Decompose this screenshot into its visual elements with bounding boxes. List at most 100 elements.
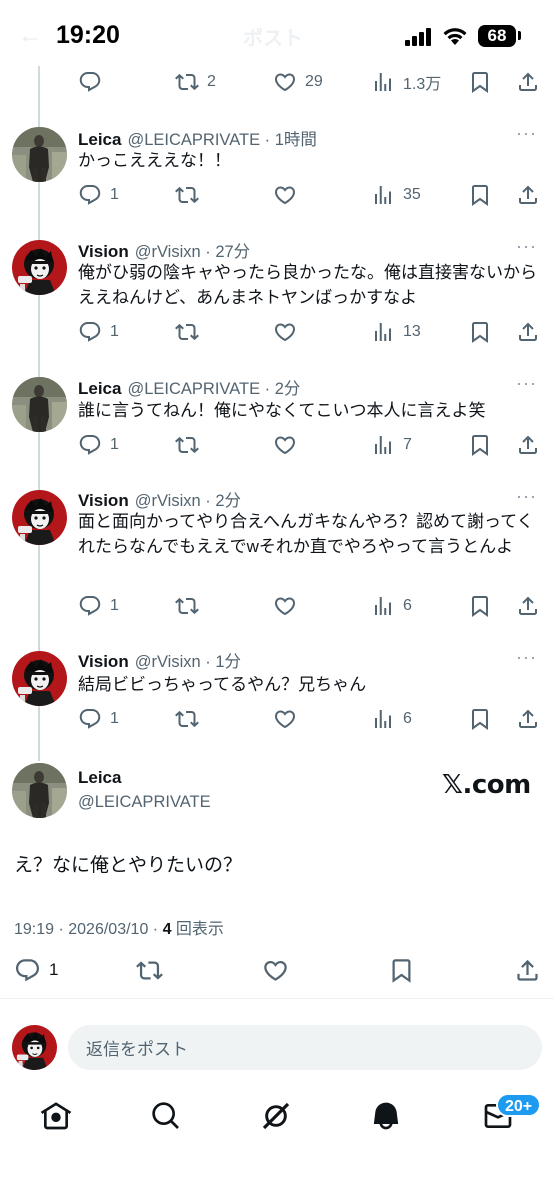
retweet-button[interactable] [175, 704, 199, 734]
divider [0, 998, 554, 999]
more-options-icon[interactable]: ··· [516, 648, 540, 666]
bookmark-button[interactable] [468, 591, 492, 621]
reply-icon [78, 183, 102, 207]
reply-button[interactable] [78, 67, 102, 97]
bookmark-button[interactable] [468, 67, 492, 97]
share-button[interactable] [516, 704, 540, 734]
more-options-icon[interactable]: ··· [516, 374, 540, 392]
bookmark-button[interactable] [468, 317, 492, 347]
share-button[interactable] [516, 317, 540, 347]
share-button[interactable] [514, 955, 541, 985]
retweet-button[interactable] [136, 955, 163, 985]
share-button[interactable] [516, 430, 540, 460]
display-name[interactable]: Leica [78, 130, 121, 150]
heart-icon [273, 707, 297, 731]
handle-and-time[interactable]: @rVisixn · 1分 [135, 648, 241, 672]
reply-button[interactable]: 1 [78, 591, 119, 621]
retweet-button[interactable] [175, 317, 199, 347]
handle-and-time[interactable]: @LEICAPRIVATE · 2分 [127, 375, 300, 399]
bookmark-icon [388, 957, 415, 984]
heart-icon [273, 320, 297, 344]
views-button[interactable]: 35 [371, 180, 421, 210]
views-button[interactable]: 6 [371, 591, 412, 621]
more-options-icon[interactable]: ··· [516, 237, 540, 255]
notifications-bell-icon[interactable] [370, 1100, 402, 1132]
home-icon[interactable] [40, 1100, 72, 1132]
views-button[interactable]: 6 [371, 704, 412, 734]
reply-button[interactable]: 1 [78, 704, 119, 734]
like-button[interactable] [273, 430, 297, 460]
reply-input[interactable]: 返信をポスト [68, 1025, 542, 1070]
like-button[interactable]: 29 [273, 67, 323, 97]
more-options-icon[interactable]: ··· [516, 487, 540, 505]
reply-button[interactable]: 1 [78, 430, 119, 460]
like-button[interactable] [273, 591, 297, 621]
retweet-button[interactable] [175, 430, 199, 460]
search-icon[interactable] [150, 1100, 182, 1132]
views-button[interactable]: 7 [371, 430, 412, 460]
handle-and-time[interactable]: @rVisixn · 27分 [135, 238, 250, 262]
display-name[interactable]: Vision [78, 652, 129, 672]
composer-avatar[interactable] [12, 1025, 57, 1070]
avatar[interactable] [12, 240, 67, 295]
reply-count: 1 [110, 436, 119, 453]
like-button[interactable] [273, 180, 297, 210]
action-bar: 1 13 [78, 317, 540, 347]
views-chart-icon [371, 70, 395, 94]
grok-icon[interactable] [260, 1100, 292, 1132]
like-button[interactable] [273, 704, 297, 734]
share-button[interactable] [516, 591, 540, 621]
avatar[interactable] [12, 490, 67, 545]
like-button[interactable] [273, 317, 297, 347]
bookmark-button[interactable] [388, 955, 415, 985]
display-name[interactable]: Vision [78, 242, 129, 262]
timestamp[interactable]: 19:19 · 2026/03/10 · [14, 921, 163, 938]
retweet-button[interactable]: 2 [175, 67, 216, 97]
views-button[interactable]: 1.3万 [371, 67, 441, 97]
share-icon [516, 433, 540, 457]
view-label: 回表示 [175, 921, 224, 938]
main-handle[interactable]: @LEICAPRIVATE [78, 793, 211, 812]
views-chart-icon [371, 183, 395, 207]
reply-button[interactable]: 1 [14, 955, 58, 985]
avatar[interactable] [12, 651, 67, 706]
like-button[interactable] [262, 955, 289, 985]
bookmark-icon [468, 594, 492, 618]
retweet-button[interactable] [175, 180, 199, 210]
handle-and-time[interactable]: @LEICAPRIVATE · 1時間 [127, 126, 316, 150]
reply-icon [14, 957, 41, 984]
view-count: 6 [403, 710, 412, 727]
handle-and-time[interactable]: @rVisixn · 2分 [135, 487, 241, 511]
share-icon [516, 70, 540, 94]
bookmark-button[interactable] [468, 704, 492, 734]
retweet-icon [175, 70, 199, 94]
bookmark-button[interactable] [468, 180, 492, 210]
tweet-text: 誰に言うてねん！俺にやなくてこいつ本人に言えよ笑 [78, 401, 486, 420]
retweet-icon [175, 707, 199, 731]
action-bar: 1 6 [78, 591, 540, 621]
battery-level: 68 [478, 25, 516, 47]
avatar[interactable] [12, 377, 67, 432]
retweet-button[interactable] [175, 591, 199, 621]
display-name[interactable]: Leica [78, 379, 121, 399]
views-button[interactable]: 13 [371, 317, 421, 347]
display-name[interactable]: Vision [78, 491, 129, 511]
bookmark-button[interactable] [468, 430, 492, 460]
reply-button[interactable]: 1 [78, 317, 119, 347]
reply-icon [78, 320, 102, 344]
share-icon [516, 594, 540, 618]
cellular-signal-icon [405, 28, 431, 46]
retweet-icon [175, 594, 199, 618]
reply-button[interactable]: 1 [78, 180, 119, 210]
main-display-name[interactable]: Leica [78, 768, 121, 788]
page-title: ポスト [243, 28, 303, 50]
share-button[interactable] [516, 67, 540, 97]
bookmark-icon [468, 433, 492, 457]
more-options-icon[interactable]: ··· [516, 124, 540, 142]
like-count: 29 [305, 73, 323, 90]
avatar[interactable] [12, 127, 67, 182]
avatar[interactable] [12, 763, 67, 818]
back-arrow-icon[interactable]: ← [18, 22, 42, 50]
reply-count: 1 [110, 710, 119, 727]
share-button[interactable] [516, 180, 540, 210]
